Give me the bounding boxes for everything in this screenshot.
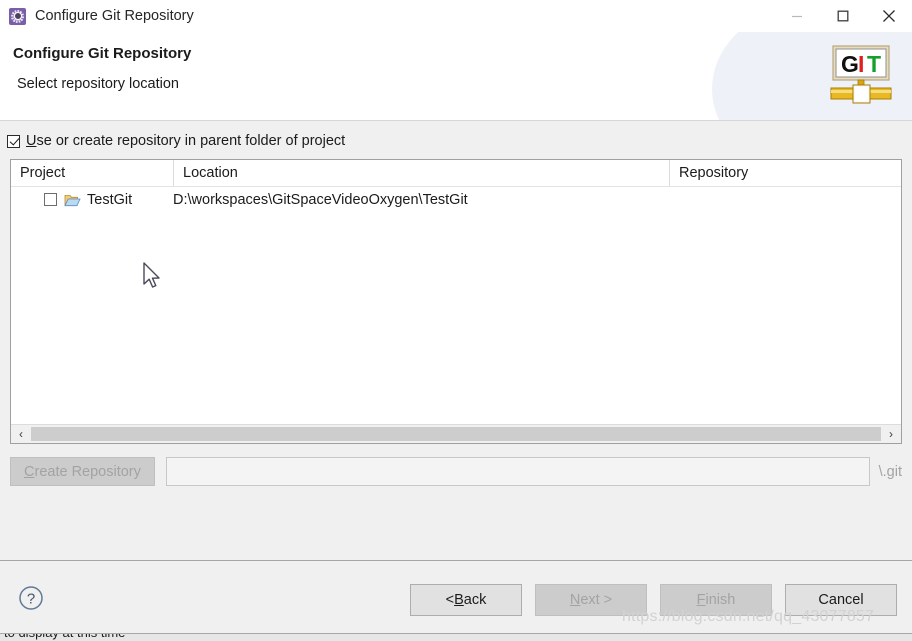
window-controls <box>774 0 912 32</box>
back-button-mnemonic: B <box>454 592 464 608</box>
parent-folder-checkbox-row[interactable]: Use or create repository in parent folde… <box>0 121 912 159</box>
table-body[interactable]: TestGit D:\workspaces\GitSpaceVideoOxyge… <box>11 187 901 424</box>
title-bar: Configure Git Repository <box>0 0 912 32</box>
configure-git-repository-dialog: Configure Git Repository Configure Git R… <box>0 0 912 641</box>
create-repository-button[interactable]: Create Repository <box>10 457 155 486</box>
next-button-label: ext > <box>580 592 613 608</box>
git-suffix-label: \.git <box>878 463 902 480</box>
scroll-left-arrow-icon[interactable]: ‹ <box>11 425 31 443</box>
scrollbar-track[interactable] <box>31 425 881 443</box>
scroll-right-arrow-icon[interactable]: › <box>881 425 901 443</box>
table-row[interactable]: TestGit D:\workspaces\GitSpaceVideoOxyge… <box>11 187 901 212</box>
window-title: Configure Git Repository <box>35 8 194 24</box>
repository-path-input[interactable] <box>165 457 870 486</box>
row-checkbox[interactable] <box>44 193 57 206</box>
create-repository-label: reate Repository <box>34 463 141 480</box>
folder-icon <box>64 194 81 206</box>
page-subtitle: Select repository location <box>17 76 179 92</box>
svg-text:?: ? <box>27 591 35 608</box>
back-button-prefix: < <box>445 592 455 608</box>
watermark: https://blog.csdn.net/qq_43077857 <box>622 608 875 625</box>
back-button[interactable]: < Back <box>410 584 522 616</box>
row-project-name: TestGit <box>87 191 133 208</box>
maximize-icon <box>837 10 849 22</box>
parent-folder-label: Use or create repository in parent folde… <box>26 133 345 149</box>
column-header-repository[interactable]: Repository <box>669 160 901 186</box>
page-title: Configure Git Repository <box>13 45 192 62</box>
column-header-location[interactable]: Location <box>173 160 669 186</box>
minimize-button[interactable] <box>774 0 820 32</box>
close-icon <box>883 10 895 22</box>
parent-folder-label-text: se or create repository in parent folder… <box>36 133 346 149</box>
create-repository-row: Create Repository \.git <box>10 457 902 486</box>
minimize-icon <box>792 15 802 18</box>
dialog-body: Use or create repository in parent folde… <box>0 121 912 593</box>
svg-text:G: G <box>841 51 859 77</box>
gear-icon <box>9 7 26 25</box>
cancel-button-label: Cancel <box>818 592 864 608</box>
wizard-header: Configure Git Repository Select reposito… <box>0 32 912 121</box>
horizontal-scrollbar[interactable]: ‹ › <box>11 424 901 443</box>
parent-folder-mnemonic: U <box>26 133 37 149</box>
next-button-mnemonic: N <box>569 592 581 608</box>
projects-table[interactable]: Project Location Repository TestGit D:\w… <box>10 159 902 444</box>
create-repository-mnemonic: C <box>24 463 35 480</box>
cell-location: D:\workspaces\GitSpaceVideoOxygen\TestGi… <box>173 191 468 208</box>
parent-folder-checkbox[interactable] <box>7 134 20 148</box>
maximize-button[interactable] <box>820 0 866 32</box>
help-icon[interactable]: ? <box>18 585 44 611</box>
finish-button-label: inish <box>705 592 736 608</box>
svg-text:I: I <box>858 51 864 77</box>
column-header-project[interactable]: Project <box>11 160 173 186</box>
cell-project[interactable]: TestGit <box>11 192 173 208</box>
close-button[interactable] <box>866 0 912 32</box>
table-header: Project Location Repository <box>11 160 901 187</box>
back-button-label: ack <box>463 592 487 608</box>
finish-button-mnemonic: F <box>696 592 706 608</box>
status-bar-text: to display at this time <box>4 634 125 640</box>
svg-text:T: T <box>867 51 881 77</box>
git-logo: G I T <box>830 45 892 104</box>
scrollbar-thumb[interactable] <box>31 427 881 441</box>
